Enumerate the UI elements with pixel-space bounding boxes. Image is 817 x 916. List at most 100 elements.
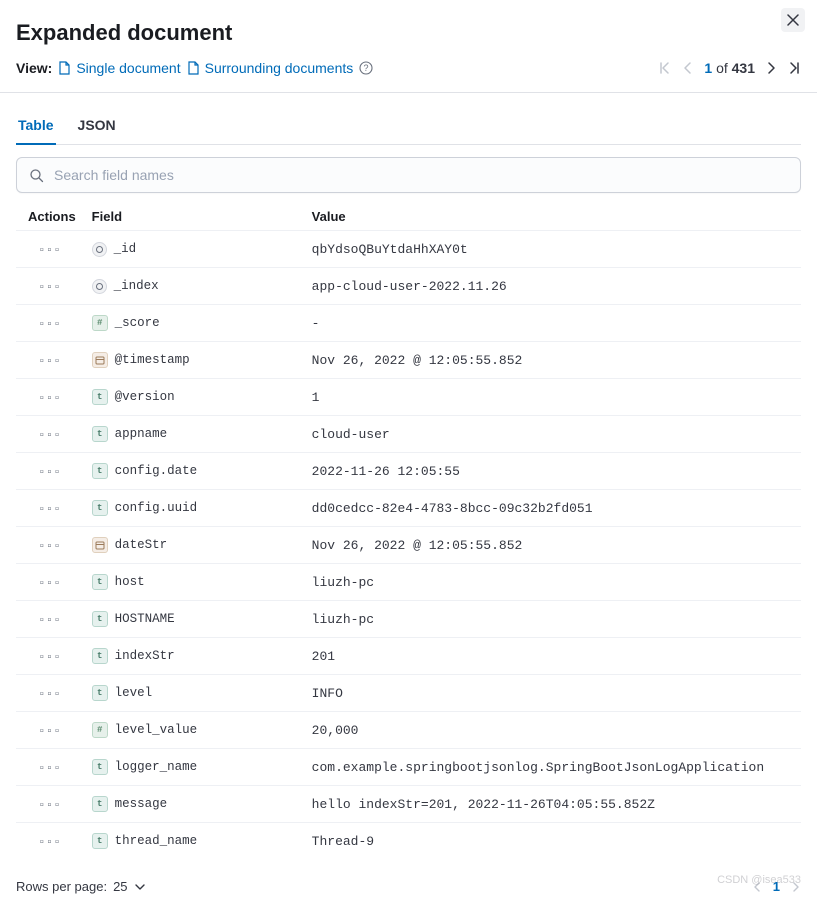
view-tabs: Table JSON bbox=[16, 117, 801, 145]
field-value: Nov 26, 2022 @ 12:05:55.852 bbox=[304, 342, 801, 379]
field-name: HOSTNAME bbox=[115, 612, 175, 626]
field-name: message bbox=[115, 797, 168, 811]
row-actions-button[interactable]: ▫▫▫ bbox=[38, 763, 61, 775]
chevron-down-icon bbox=[134, 881, 146, 893]
table-row: ▫▫▫ t message hello indexStr=201, 2022-11-2… bbox=[16, 786, 801, 823]
field-value: Nov 26, 2022 @ 12:05:55.852 bbox=[304, 527, 801, 564]
pager-current: 1 bbox=[704, 60, 712, 76]
row-actions-button[interactable]: ▫▫▫ bbox=[38, 282, 61, 294]
text-type-icon: t bbox=[92, 574, 108, 590]
chevron-left-icon bbox=[682, 61, 694, 75]
chevron-first-icon bbox=[658, 61, 672, 75]
surrounding-documents-link[interactable]: Surrounding documents bbox=[187, 60, 354, 76]
field-value: cloud-user bbox=[304, 416, 801, 453]
field-name: appname bbox=[115, 427, 168, 441]
field-name: config.uuid bbox=[115, 501, 198, 515]
first-page-button[interactable] bbox=[658, 61, 672, 75]
tab-table[interactable]: Table bbox=[16, 117, 56, 145]
field-name: @timestamp bbox=[115, 353, 190, 367]
row-actions-button[interactable]: ▫▫▫ bbox=[38, 689, 61, 701]
field-search-input[interactable] bbox=[54, 167, 788, 183]
field-value: - bbox=[304, 305, 801, 342]
field-value: Thread-9 bbox=[304, 823, 801, 860]
table-prev-page[interactable] bbox=[752, 881, 763, 893]
chevron-right-icon bbox=[765, 61, 777, 75]
surrounding-documents-label: Surrounding documents bbox=[205, 60, 354, 76]
text-type-icon: t bbox=[92, 759, 108, 775]
row-actions-button[interactable]: ▫▫▫ bbox=[38, 578, 61, 590]
chevron-last-icon bbox=[787, 61, 801, 75]
table-row: ▫▫▫tappnamecloud-user bbox=[16, 416, 801, 453]
chevron-right-icon bbox=[790, 881, 801, 893]
table-row: ▫▫▫tindexStr201 bbox=[16, 638, 801, 675]
text-type-icon: t bbox=[92, 796, 108, 812]
field-value: liuzh-pc bbox=[304, 601, 801, 638]
help-icon[interactable]: ? bbox=[359, 61, 373, 75]
column-value: Value bbox=[304, 201, 801, 231]
text-type-icon: t bbox=[92, 833, 108, 849]
column-field: Field bbox=[84, 201, 304, 231]
field-name: _index bbox=[114, 279, 159, 293]
rows-per-page-label: Rows per page: bbox=[16, 879, 107, 894]
tab-json[interactable]: JSON bbox=[76, 117, 118, 145]
close-button[interactable] bbox=[781, 8, 805, 32]
row-actions-button[interactable]: ▫▫▫ bbox=[38, 245, 61, 257]
field-value: INFO bbox=[304, 675, 801, 712]
row-actions-button[interactable]: ▫▫▫ bbox=[38, 430, 61, 442]
row-actions-button[interactable]: ▫▫▫ bbox=[38, 615, 61, 627]
column-actions: Actions bbox=[16, 201, 84, 231]
row-actions-button[interactable]: ▫▫▫ bbox=[38, 800, 61, 812]
row-actions-button[interactable]: ▫▫▫ bbox=[38, 356, 61, 368]
page-title: Expanded document bbox=[16, 20, 801, 46]
single-document-link[interactable]: Single document bbox=[58, 60, 180, 76]
next-page-button[interactable] bbox=[765, 61, 777, 75]
table-row: ▫▫▫tconfig.uuiddd0cedcc-82e4-4783-8bcc-0… bbox=[16, 490, 801, 527]
id-type-icon bbox=[92, 242, 107, 257]
table-row: ▫▫▫_idqbYdsoQBuYtdaHhXAY0t bbox=[16, 231, 801, 268]
field-value: 1 bbox=[304, 379, 801, 416]
prev-page-button[interactable] bbox=[682, 61, 694, 75]
document-icon bbox=[58, 61, 71, 75]
table-row: ▫▫▫ t logger_name com.example.springbootjso… bbox=[16, 749, 801, 786]
table-row: ▫▫▫tlevelINFO bbox=[16, 675, 801, 712]
row-actions-button[interactable]: ▫▫▫ bbox=[38, 467, 61, 479]
table-current-page[interactable]: 1 bbox=[773, 879, 780, 894]
field-value: 201 bbox=[304, 638, 801, 675]
table-next-page[interactable] bbox=[790, 881, 801, 893]
field-value: dd0cedcc-82e4-4783-8bcc-09c32b2fd051 bbox=[304, 490, 801, 527]
text-type-icon: t bbox=[92, 648, 108, 664]
field-search[interactable] bbox=[16, 157, 801, 193]
field-name: host bbox=[115, 575, 145, 589]
rows-per-page[interactable]: Rows per page: 25 bbox=[16, 879, 146, 894]
field-value: com.example.springbootjsonlog.SpringBoot… bbox=[304, 749, 801, 786]
text-type-icon: t bbox=[92, 389, 108, 405]
field-value: 20,000 bbox=[304, 712, 801, 749]
field-name: config.date bbox=[115, 464, 198, 478]
row-actions-button[interactable]: ▫▫▫ bbox=[38, 393, 61, 405]
fields-table: Actions Field Value ▫▫▫_idqbYdsoQBuYtdaH… bbox=[16, 201, 801, 859]
date-type-icon bbox=[92, 537, 108, 553]
field-name: logger_name bbox=[115, 760, 198, 774]
row-actions-button[interactable]: ▫▫▫ bbox=[38, 504, 61, 516]
row-actions-button[interactable]: ▫▫▫ bbox=[38, 541, 61, 553]
field-value: qbYdsoQBuYtdaHhXAY0t bbox=[304, 231, 801, 268]
view-label: View: bbox=[16, 60, 52, 76]
field-value: hello indexStr=201, 2022-11-26T04:05:55.… bbox=[304, 786, 801, 823]
table-row: ▫▫▫tthread_nameThread-9 bbox=[16, 823, 801, 860]
row-actions-button[interactable]: ▫▫▫ bbox=[38, 319, 61, 331]
number-type-icon: # bbox=[92, 315, 108, 331]
field-name: dateStr bbox=[115, 538, 168, 552]
date-type-icon bbox=[92, 352, 108, 368]
row-actions-button[interactable]: ▫▫▫ bbox=[38, 726, 61, 738]
table-row: ▫▫▫#level_value20,000 bbox=[16, 712, 801, 749]
table-row: ▫▫▫ thost liuzh-pc bbox=[16, 564, 801, 601]
table-pager: 1 bbox=[752, 879, 801, 894]
row-actions-button[interactable]: ▫▫▫ bbox=[38, 837, 61, 849]
document-pager: 1 of 431 bbox=[658, 60, 801, 76]
number-type-icon: # bbox=[92, 722, 108, 738]
table-row: ▫▫▫t@version1 bbox=[16, 379, 801, 416]
field-value: liuzh-pc bbox=[304, 564, 801, 601]
row-actions-button[interactable]: ▫▫▫ bbox=[38, 652, 61, 664]
last-page-button[interactable] bbox=[787, 61, 801, 75]
single-document-label: Single document bbox=[76, 60, 180, 76]
